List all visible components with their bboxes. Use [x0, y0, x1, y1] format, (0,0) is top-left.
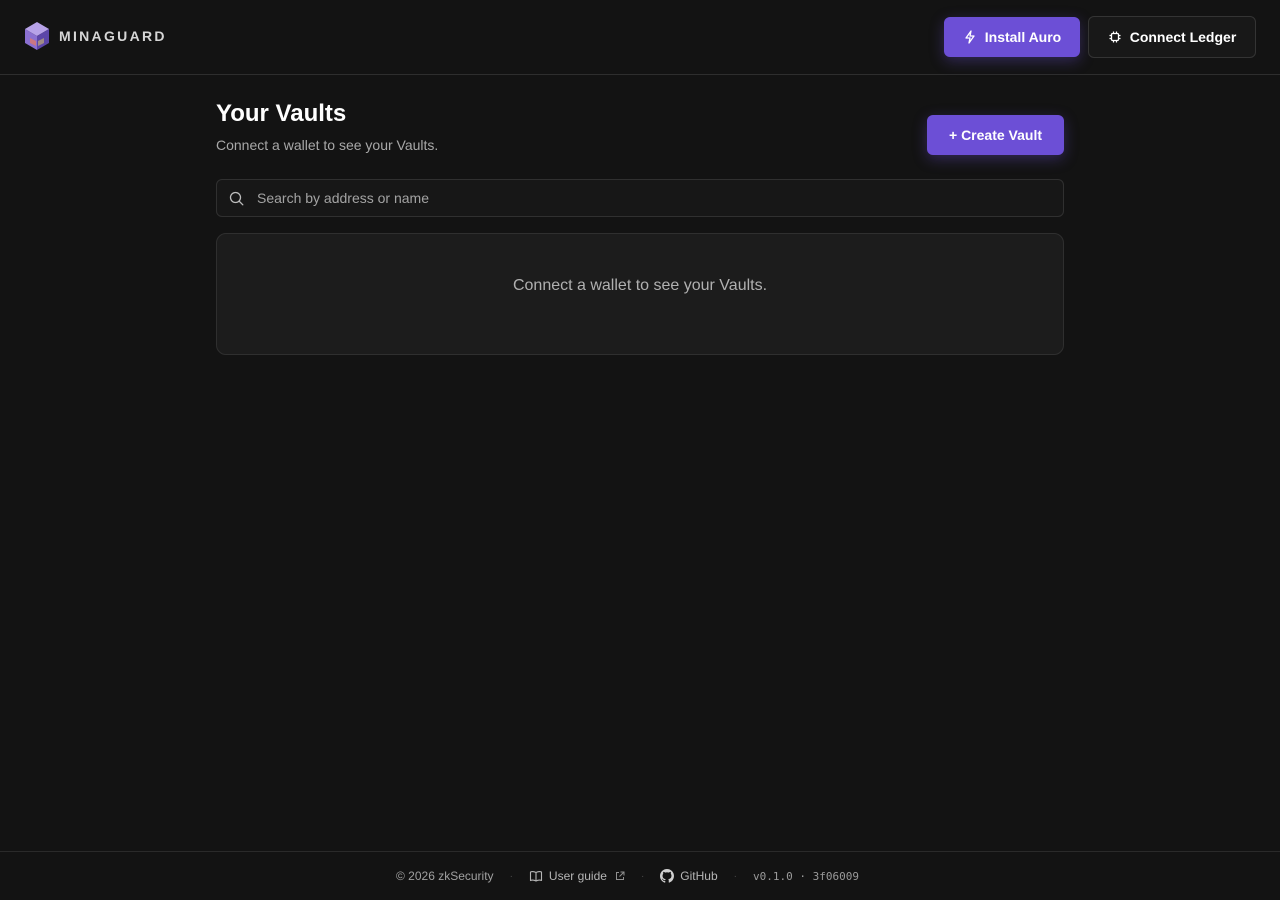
- github-link[interactable]: GitHub: [660, 869, 718, 883]
- github-icon: [660, 869, 675, 883]
- connect-ledger-button[interactable]: Connect Ledger: [1088, 16, 1256, 58]
- search-input[interactable]: [257, 180, 1057, 216]
- page-subtitle: Connect a wallet to see your Vaults.: [216, 137, 439, 153]
- version-text: v0.1.0 · 3f06009: [752, 869, 859, 883]
- copyright-text: © 2026 zkSecurity: [396, 869, 494, 883]
- footer-separator: ·: [640, 870, 645, 882]
- chip-icon: [1109, 31, 1121, 43]
- user-guide-label: User guide: [548, 869, 607, 883]
- empty-state-message: Connect a wallet to see your Vaults.: [512, 277, 768, 294]
- install-auro-button[interactable]: Install Auro: [944, 17, 1080, 57]
- search-icon: [229, 191, 244, 206]
- bolt-icon: [965, 30, 975, 44]
- github-label: GitHub: [680, 869, 718, 883]
- brand[interactable]: MINAGUARD: [24, 21, 167, 51]
- footer-separator: ·: [509, 870, 513, 882]
- app-page: MINAGUARD Install Auro Connect Ledger Yo…: [0, 0, 1280, 900]
- external-link-icon: [615, 871, 625, 880]
- book-icon: [529, 871, 542, 882]
- top-header: MINAGUARD Install Auro Connect Ledger: [0, 0, 1280, 75]
- brand-name: MINAGUARD: [59, 28, 167, 44]
- install-auro-label: Install Auro: [984, 29, 1062, 45]
- footer-separator: ·: [733, 870, 737, 882]
- vaults-empty-state: Connect a wallet to see your Vaults.: [216, 233, 1064, 355]
- search-box[interactable]: [216, 179, 1064, 217]
- create-vault-button[interactable]: + Create Vault: [927, 115, 1064, 155]
- minaguard-logo-icon: [25, 22, 49, 50]
- page-footer: © 2026 zkSecurity · User guide · GitHub …: [0, 851, 1280, 900]
- connect-ledger-label: Connect Ledger: [1129, 29, 1237, 45]
- footer-row: © 2026 zkSecurity · User guide · GitHub …: [396, 867, 859, 885]
- page-title: Your Vaults: [216, 100, 347, 127]
- user-guide-link[interactable]: User guide: [529, 869, 625, 883]
